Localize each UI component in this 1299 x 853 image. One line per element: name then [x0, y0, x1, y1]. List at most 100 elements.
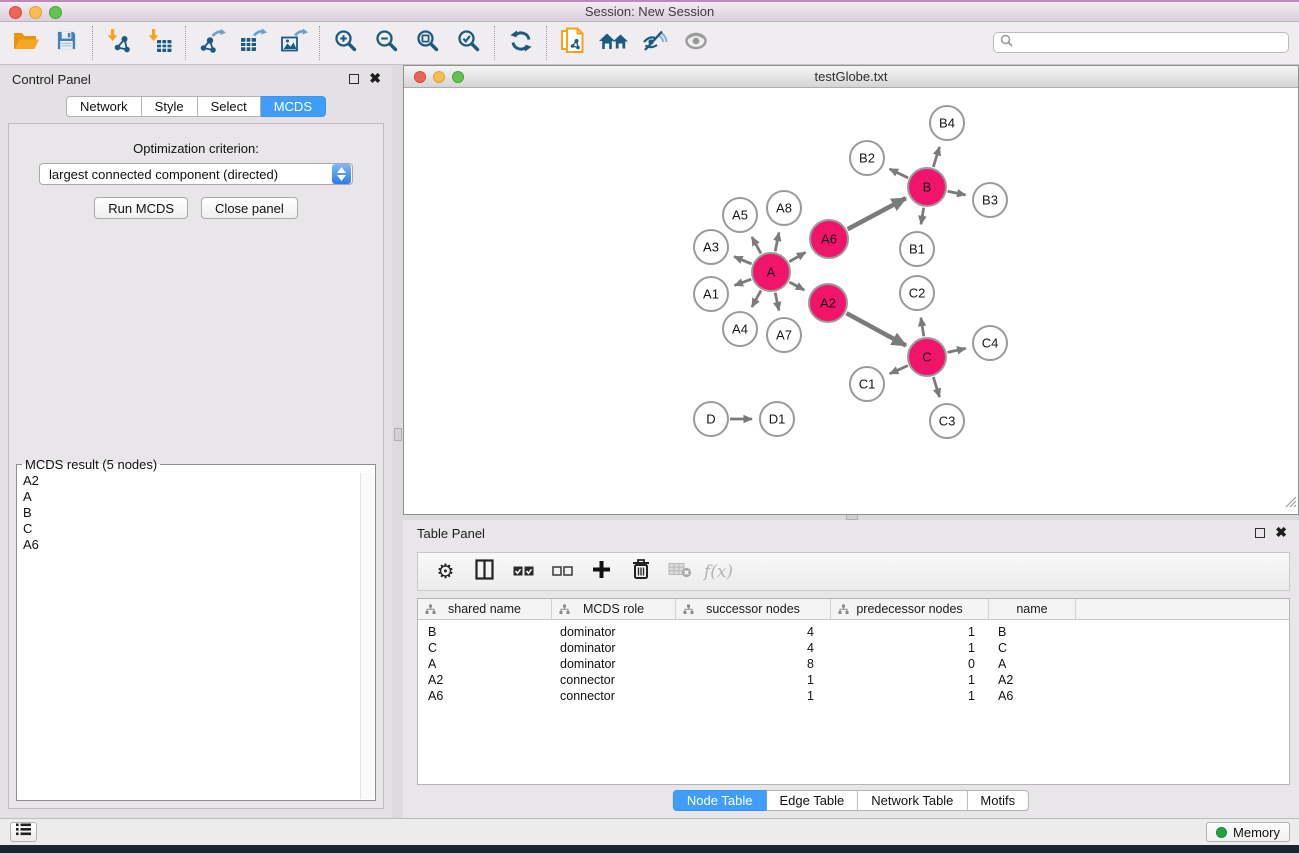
zoom-out-button[interactable]	[366, 25, 407, 61]
save-session-button[interactable]	[46, 25, 87, 61]
mcds-result-item[interactable]: A	[23, 489, 355, 505]
zoom-window-icon[interactable]	[49, 6, 62, 19]
close-panel-button[interactable]: Close panel	[201, 197, 298, 219]
task-history-button[interactable]	[10, 822, 37, 842]
table-cell[interactable]: connector	[552, 673, 676, 687]
tab-node-table[interactable]: Node Table	[673, 790, 767, 811]
graph-node-A5[interactable]: A5	[723, 198, 757, 232]
tab-network-table[interactable]: Network Table	[858, 790, 967, 811]
zoom-selected-button[interactable]	[448, 25, 489, 61]
refresh-button[interactable]	[500, 25, 541, 61]
tab-mcds[interactable]: MCDS	[261, 96, 326, 117]
graph-node-C3[interactable]: C3	[930, 404, 964, 438]
toolbar-search[interactable]	[993, 32, 1289, 53]
graph-node-A1[interactable]: A1	[694, 277, 728, 311]
graph-node-B1[interactable]: B1	[900, 232, 934, 266]
float-table-panel-icon[interactable]	[1255, 528, 1265, 538]
table-cell[interactable]: dominator	[552, 641, 676, 655]
table-cell[interactable]: 1	[831, 625, 989, 639]
import-table-button[interactable]	[139, 25, 180, 61]
function-builder-button[interactable]: f(x)	[699, 557, 738, 587]
network-zoom-icon[interactable]	[452, 71, 464, 83]
open-file-button[interactable]	[5, 25, 46, 61]
export-table-button[interactable]	[232, 25, 273, 61]
vertical-split-handle[interactable]	[394, 428, 402, 441]
graph-node-D[interactable]: D	[694, 402, 728, 436]
table-cell[interactable]: 1	[831, 689, 989, 703]
table-row[interactable]: A6connector11A6	[418, 688, 1289, 704]
network-graph[interactable]: B4B2BB3A5A8A6A3B1AA1C2A2A4A7C4CC1C3DD1	[404, 88, 1298, 514]
table-row[interactable]: A2connector11A2	[418, 672, 1289, 688]
table-cell[interactable]: B	[989, 625, 1076, 639]
graph-node-D1[interactable]: D1	[760, 402, 794, 436]
table-cell[interactable]: C	[418, 641, 552, 655]
toggle-column-panel-button[interactable]	[465, 557, 504, 587]
export-network-button[interactable]	[191, 25, 232, 61]
tab-select[interactable]: Select	[198, 96, 261, 117]
close-window-icon[interactable]	[9, 6, 22, 19]
graph-node-A6[interactable]: A6	[810, 220, 848, 258]
mcds-result-item[interactable]: C	[23, 521, 355, 537]
add-column-button[interactable]	[582, 557, 621, 587]
home-button[interactable]	[593, 25, 634, 61]
graph-node-C1[interactable]: C1	[850, 367, 884, 401]
tab-style[interactable]: Style	[142, 96, 198, 117]
minimize-window-icon[interactable]	[29, 6, 42, 19]
table-cell[interactable]: 4	[676, 641, 831, 655]
network-close-icon[interactable]	[414, 71, 426, 83]
show-graphics-button[interactable]	[675, 25, 716, 61]
mcds-list-scrollbar[interactable]	[360, 473, 374, 799]
column-header-successor-nodes[interactable]: successor nodes	[676, 599, 831, 619]
tab-edge-table[interactable]: Edge Table	[766, 790, 858, 811]
table-cell[interactable]: 1	[831, 641, 989, 655]
graph-node-B2[interactable]: B2	[850, 141, 884, 175]
table-cell[interactable]: 1	[676, 689, 831, 703]
export-image-button[interactable]	[273, 25, 314, 61]
tab-motifs[interactable]: Motifs	[967, 790, 1029, 811]
column-header-MCDS-role[interactable]: MCDS role	[552, 599, 676, 619]
table-cell[interactable]: connector	[552, 689, 676, 703]
table-cell[interactable]: 8	[676, 657, 831, 671]
column-header-shared-name[interactable]: shared name	[418, 599, 552, 619]
delete-table-button[interactable]	[660, 557, 699, 587]
window-resize-grip[interactable]	[1283, 494, 1297, 513]
table-cell[interactable]: 1	[676, 673, 831, 687]
zoom-fit-button[interactable]	[407, 25, 448, 61]
graph-node-A8[interactable]: A8	[767, 191, 801, 225]
float-panel-icon[interactable]	[349, 74, 359, 84]
deselect-all-button[interactable]	[543, 557, 582, 587]
graph-node-B3[interactable]: B3	[973, 183, 1007, 217]
graph-node-B[interactable]: B	[908, 168, 946, 206]
graph-node-C4[interactable]: C4	[973, 326, 1007, 360]
graph-node-A4[interactable]: A4	[723, 312, 757, 346]
table-settings-button[interactable]: ⚙	[426, 557, 465, 587]
search-input[interactable]	[1017, 35, 1282, 51]
table-row[interactable]: Bdominator41B	[418, 624, 1289, 640]
tab-network[interactable]: Network	[66, 96, 142, 117]
table-cell[interactable]: C	[989, 641, 1076, 655]
table-cell[interactable]: B	[418, 625, 552, 639]
graph-node-B4[interactable]: B4	[930, 106, 964, 140]
close-panel-icon[interactable]: ✖	[369, 73, 381, 84]
table-cell[interactable]: A	[989, 657, 1076, 671]
graph-node-A3[interactable]: A3	[694, 230, 728, 264]
column-header-predecessor-nodes[interactable]: predecessor nodes	[831, 599, 989, 619]
table-row[interactable]: Cdominator41C	[418, 640, 1289, 656]
table-cell[interactable]: A6	[989, 689, 1076, 703]
delete-column-button[interactable]	[621, 557, 660, 587]
mcds-result-item[interactable]: A6	[23, 537, 355, 553]
graph-node-C2[interactable]: C2	[900, 276, 934, 310]
table-cell[interactable]: 1	[831, 673, 989, 687]
select-all-button[interactable]	[504, 557, 543, 587]
criterion-select[interactable]: largest connected component (directed)	[39, 163, 353, 185]
select-stepper-icon[interactable]	[332, 164, 351, 184]
graph-node-A[interactable]: A	[752, 253, 790, 291]
network-window-titlebar[interactable]: testGlobe.txt	[404, 66, 1298, 88]
run-mcds-button[interactable]: Run MCDS	[94, 197, 188, 219]
column-header-name[interactable]: name	[989, 599, 1076, 619]
network-minimize-icon[interactable]	[433, 71, 445, 83]
duplicate-network-button[interactable]	[552, 25, 593, 61]
graph-node-A2[interactable]: A2	[809, 284, 847, 322]
table-cell[interactable]: A	[418, 657, 552, 671]
mcds-result-item[interactable]: B	[23, 505, 355, 521]
